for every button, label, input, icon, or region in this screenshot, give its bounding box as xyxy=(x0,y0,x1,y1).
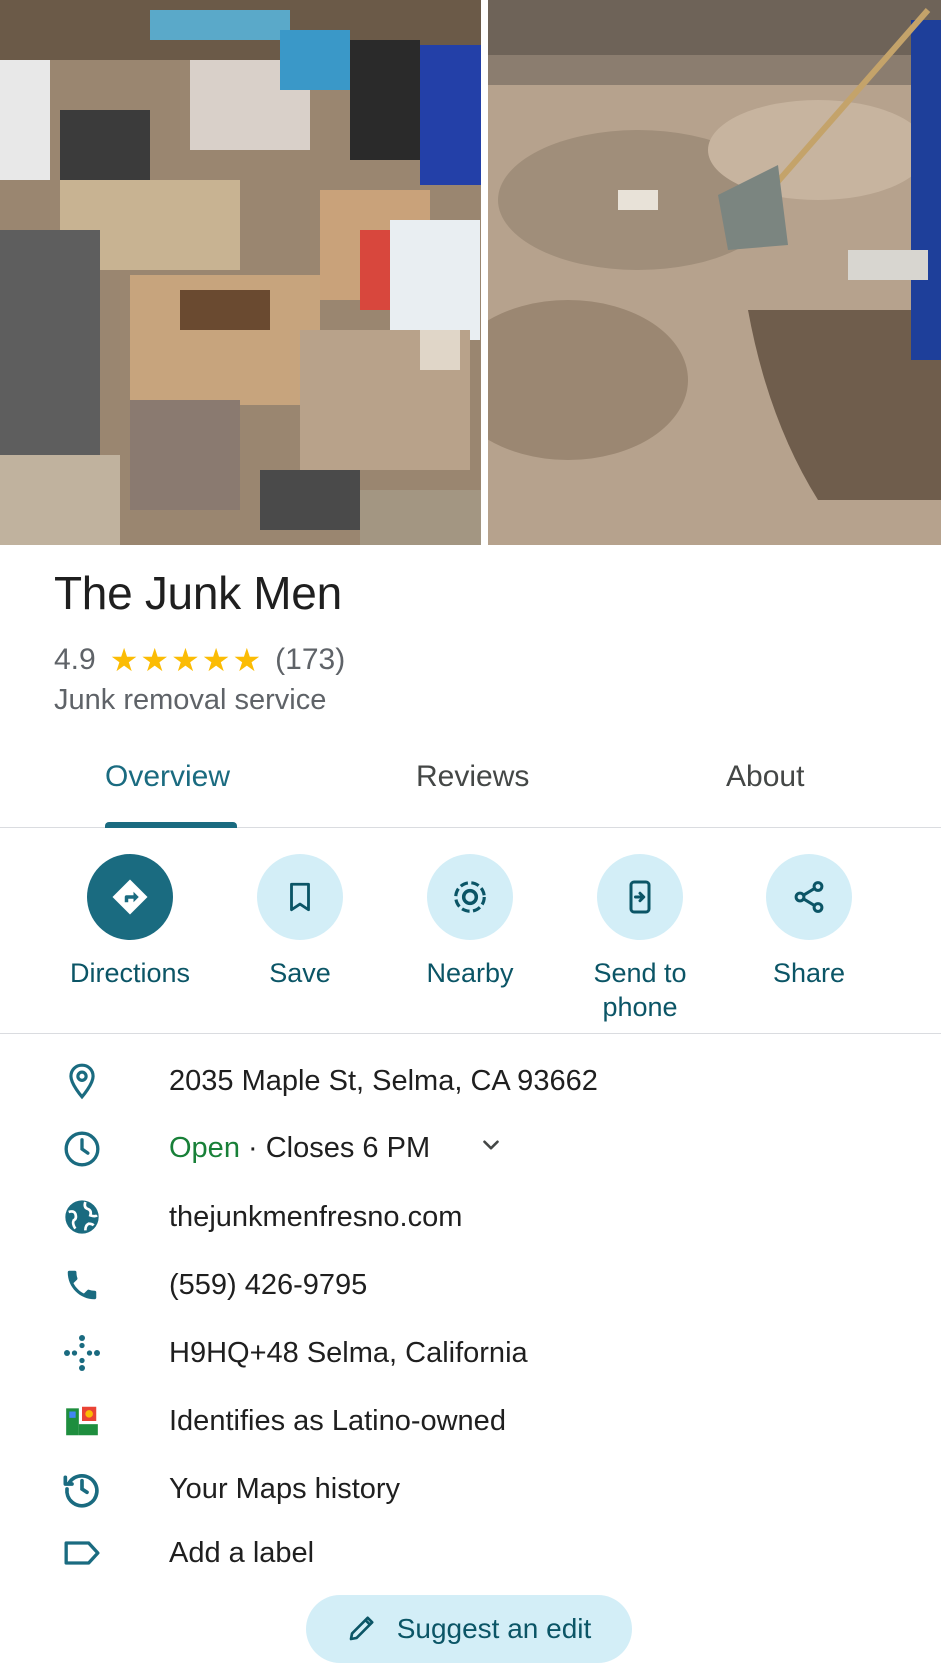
star-rating: ★ ★ ★ ★ ★ xyxy=(110,644,263,676)
place-category[interactable]: Junk removal service xyxy=(54,684,326,717)
place-title: The Junk Men xyxy=(54,567,342,619)
send-to-phone-icon xyxy=(629,880,651,914)
send-to-phone-label: Send to phone xyxy=(593,958,687,1022)
share-icon xyxy=(794,881,824,913)
maps-history-row[interactable]: Your Maps history xyxy=(0,1460,941,1518)
latino-owned-icon xyxy=(60,1399,104,1443)
photo-gallery[interactable] xyxy=(0,0,941,545)
share-button[interactable]: Share xyxy=(724,854,894,990)
rating-value: 4.9 xyxy=(54,643,96,676)
star-icon: ★ xyxy=(171,642,200,678)
phone-row[interactable]: (559) 426-9795 xyxy=(0,1256,941,1314)
maps-history-text: Your Maps history xyxy=(169,1472,401,1505)
photo-junk-pile[interactable] xyxy=(0,0,481,545)
label-icon xyxy=(60,1531,104,1575)
plus-code-icon xyxy=(60,1331,104,1375)
globe-icon xyxy=(60,1195,104,1239)
clock-icon xyxy=(60,1127,104,1171)
rating-row[interactable]: 4.9 ★ ★ ★ ★ ★ (173) xyxy=(54,640,345,680)
plus-code-row[interactable]: H9HQ+48 Selma, California xyxy=(0,1324,941,1382)
add-label-text: Add a label xyxy=(169,1536,315,1569)
pencil-icon xyxy=(347,1611,379,1648)
suggest-edit-button[interactable]: Suggest an edit xyxy=(306,1595,632,1663)
save-button[interactable]: Save xyxy=(215,854,385,990)
share-label: Share xyxy=(772,958,846,988)
directions-icon xyxy=(112,879,148,915)
tab-bar: Overview Reviews About xyxy=(0,750,941,828)
review-count[interactable]: (173) xyxy=(275,643,345,677)
hours-row[interactable]: Open · Closes 6 PM xyxy=(0,1120,941,1178)
ownership-row[interactable]: Identifies as Latino-owned xyxy=(0,1392,941,1450)
photo-clean-yard[interactable] xyxy=(488,0,941,545)
open-status: Open xyxy=(169,1131,240,1164)
suggest-edit-label: Suggest an edit xyxy=(396,1613,592,1644)
save-label: Save xyxy=(269,958,331,988)
directions-button[interactable]: Directions xyxy=(45,854,215,990)
nearby-label: Nearby xyxy=(426,958,514,988)
website-row[interactable]: thejunkmenfresno.com xyxy=(0,1188,941,1246)
chevron-down-icon[interactable] xyxy=(478,1132,504,1166)
ownership-text: Identifies as Latino-owned xyxy=(169,1404,506,1437)
star-icon: ★ xyxy=(140,642,170,678)
website-link[interactable]: thejunkmenfresno.com xyxy=(169,1201,462,1234)
bookmark-icon xyxy=(290,882,310,912)
nearby-button[interactable]: Nearby xyxy=(385,854,555,990)
tab-reviews[interactable]: Reviews xyxy=(416,760,529,794)
location-pin-icon xyxy=(60,1059,104,1103)
action-bar: Directions Save Nearby Send to phone Sha… xyxy=(0,828,941,1034)
closing-time: · Closes 6 PM xyxy=(239,1131,431,1164)
address-row[interactable]: 2035 Maple St, Selma, CA 93662 xyxy=(0,1052,941,1110)
phone-number[interactable]: (559) 426-9795 xyxy=(169,1269,367,1302)
plus-code-text: H9HQ+48 Selma, California xyxy=(169,1336,528,1369)
hours-text: Open · Closes 6 PM xyxy=(169,1132,504,1166)
add-label-row[interactable]: Add a label xyxy=(0,1524,941,1582)
phone-icon xyxy=(60,1263,104,1307)
address-text: 2035 Maple St, Selma, CA 93662 xyxy=(169,1064,598,1097)
send-to-phone-button[interactable]: Send to phone xyxy=(555,854,725,1024)
tab-about[interactable]: About xyxy=(726,760,804,794)
tab-overview[interactable]: Overview xyxy=(105,760,230,794)
history-icon xyxy=(60,1467,104,1511)
nearby-icon xyxy=(454,881,486,913)
star-icon: ★ xyxy=(109,642,139,678)
star-icon: ★ xyxy=(232,642,262,678)
directions-label: Directions xyxy=(69,958,191,988)
star-icon: ★ xyxy=(201,642,231,678)
